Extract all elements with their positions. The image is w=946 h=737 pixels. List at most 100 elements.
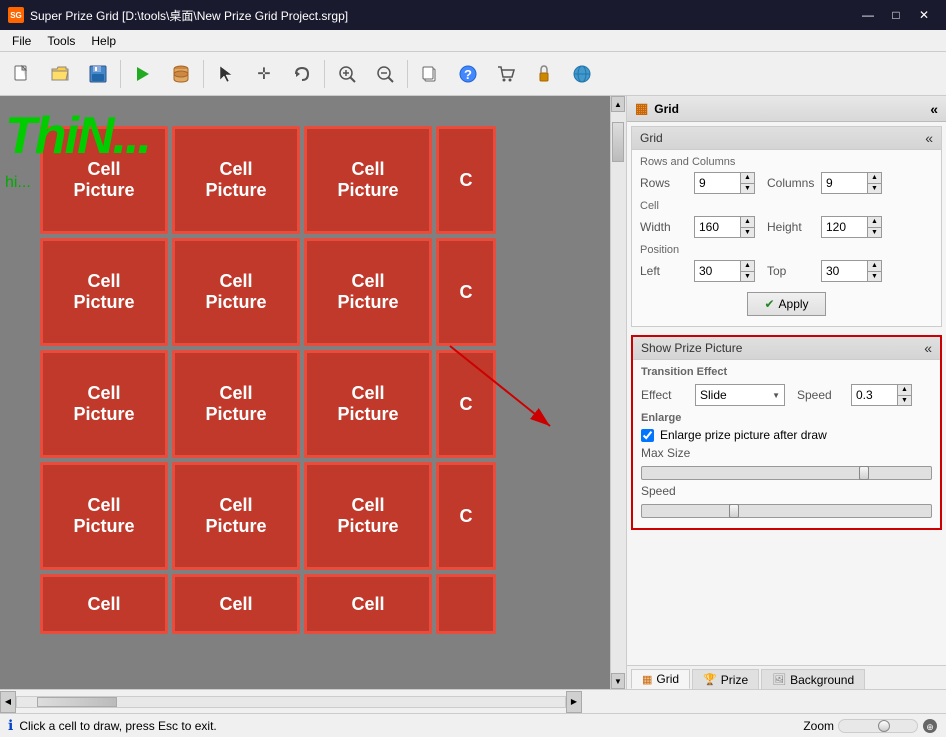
effect-label: Effect bbox=[641, 388, 691, 402]
left-up[interactable]: ▲ bbox=[740, 261, 754, 272]
columns-input-spinner[interactable]: ▲ ▼ bbox=[821, 172, 882, 194]
toolbar-new[interactable] bbox=[4, 56, 40, 92]
grid-cell[interactable]: Cell bbox=[40, 574, 168, 634]
toolbar-database[interactable] bbox=[163, 56, 199, 92]
grid-cell[interactable]: CellPicture bbox=[172, 462, 300, 570]
scroll-thumb[interactable] bbox=[612, 122, 624, 162]
top-input[interactable] bbox=[822, 261, 867, 281]
toolbar-undo[interactable] bbox=[284, 56, 320, 92]
zoom-adjust-icon[interactable]: ⊕ bbox=[922, 718, 938, 734]
tab-background[interactable]: 🖼 Background bbox=[761, 669, 865, 689]
grid-cell-partial[interactable]: C bbox=[436, 462, 496, 570]
scroll-down-button[interactable]: ▼ bbox=[611, 673, 625, 689]
canvas-title-text: ThiN... bbox=[5, 106, 150, 166]
grid-cell[interactable]: CellPicture bbox=[40, 238, 168, 346]
speed-slider[interactable] bbox=[641, 504, 932, 518]
height-down[interactable]: ▼ bbox=[867, 228, 881, 238]
speed-input-spinner[interactable]: ▲ ▼ bbox=[851, 384, 912, 406]
rows-input-spinner[interactable]: ▲ ▼ bbox=[694, 172, 755, 194]
apply-button[interactable]: ✔ Apply bbox=[747, 292, 825, 316]
vertical-scrollbar[interactable]: ▲ ▼ bbox=[610, 96, 626, 689]
grid-cell[interactable]: CellPicture bbox=[172, 126, 300, 234]
grid-section-collapse[interactable]: « bbox=[925, 130, 933, 146]
grid-cell[interactable]: Cell bbox=[304, 574, 432, 634]
grid-cell[interactable]: CellPicture bbox=[304, 462, 432, 570]
left-down[interactable]: ▼ bbox=[740, 272, 754, 282]
horizontal-scroll-thumb[interactable] bbox=[37, 697, 117, 707]
left-input[interactable] bbox=[695, 261, 740, 281]
rows-up[interactable]: ▲ bbox=[740, 173, 754, 184]
toolbar-help[interactable]: ? bbox=[450, 56, 486, 92]
height-input[interactable] bbox=[822, 217, 867, 237]
toolbar-lock[interactable] bbox=[526, 56, 562, 92]
rows-down[interactable]: ▼ bbox=[740, 184, 754, 194]
grid-cell-partial[interactable] bbox=[436, 574, 496, 634]
toolbar-play[interactable] bbox=[125, 56, 161, 92]
show-prize-section: Show Prize Picture « Transition Effect E… bbox=[631, 335, 942, 530]
columns-input[interactable] bbox=[822, 173, 867, 193]
speed-input[interactable] bbox=[852, 385, 897, 405]
toolbar-globe[interactable] bbox=[564, 56, 600, 92]
toolbar-save[interactable] bbox=[80, 56, 116, 92]
app-icon: SG bbox=[8, 7, 24, 23]
top-input-spinner[interactable]: ▲ ▼ bbox=[821, 260, 882, 282]
grid-cell[interactable]: CellPicture bbox=[172, 238, 300, 346]
enlarge-checkbox[interactable] bbox=[641, 429, 654, 442]
panel-collapse-icon[interactable]: « bbox=[930, 101, 938, 117]
columns-down[interactable]: ▼ bbox=[867, 184, 881, 194]
speed-up[interactable]: ▲ bbox=[897, 385, 911, 396]
speed-down[interactable]: ▼ bbox=[897, 396, 911, 406]
rows-input[interactable] bbox=[695, 173, 740, 193]
menu-tools[interactable]: Tools bbox=[39, 32, 83, 50]
width-up[interactable]: ▲ bbox=[740, 217, 754, 228]
zoom-slider[interactable] bbox=[838, 719, 918, 733]
height-input-spinner[interactable]: ▲ ▼ bbox=[821, 216, 882, 238]
grid-cell-partial[interactable]: C bbox=[436, 238, 496, 346]
columns-up[interactable]: ▲ bbox=[867, 173, 881, 184]
grid-cell[interactable]: CellPicture bbox=[172, 350, 300, 458]
tab-prize[interactable]: 🏆 Prize bbox=[692, 669, 759, 689]
menu-file[interactable]: File bbox=[4, 32, 39, 50]
width-input-spinner[interactable]: ▲ ▼ bbox=[694, 216, 755, 238]
show-prize-collapse[interactable]: « bbox=[924, 340, 932, 356]
width-input[interactable] bbox=[695, 217, 740, 237]
toolbar-open[interactable] bbox=[42, 56, 78, 92]
menu-help[interactable]: Help bbox=[83, 32, 124, 50]
scroll-track[interactable] bbox=[611, 112, 626, 673]
minimize-button[interactable]: — bbox=[854, 5, 882, 25]
width-down[interactable]: ▼ bbox=[740, 228, 754, 238]
speed-thumb[interactable] bbox=[729, 504, 739, 518]
toolbar-zoom-in[interactable] bbox=[329, 56, 365, 92]
effect-select[interactable]: Slide ▼ bbox=[695, 384, 785, 406]
grid-cell[interactable]: CellPicture bbox=[40, 462, 168, 570]
max-size-slider[interactable] bbox=[641, 466, 932, 480]
toolbar-move[interactable]: ✛ bbox=[246, 56, 282, 92]
close-button[interactable]: ✕ bbox=[910, 5, 938, 25]
tab-background-label: Background bbox=[790, 673, 854, 687]
top-up[interactable]: ▲ bbox=[867, 261, 881, 272]
grid-cell-partial[interactable]: C bbox=[436, 126, 496, 234]
maximize-button[interactable]: □ bbox=[882, 5, 910, 25]
max-size-thumb[interactable] bbox=[859, 466, 869, 480]
toolbar-cursor[interactable] bbox=[208, 56, 244, 92]
scroll-up-button[interactable]: ▲ bbox=[611, 96, 625, 112]
horizontal-scroll-track[interactable] bbox=[16, 696, 566, 708]
grid-cell[interactable]: CellPicture bbox=[40, 350, 168, 458]
grid-cell[interactable]: CellPicture bbox=[304, 126, 432, 234]
grid-cell-partial[interactable]: C bbox=[436, 350, 496, 458]
grid-cell[interactable]: Cell bbox=[172, 574, 300, 634]
scroll-left-button[interactable]: ◀ bbox=[0, 691, 16, 713]
toolbar-copy[interactable] bbox=[412, 56, 448, 92]
left-input-spinner[interactable]: ▲ ▼ bbox=[694, 260, 755, 282]
zoom-thumb[interactable] bbox=[878, 720, 890, 732]
canvas-area[interactable]: ThiN... hi... CellPicture CellPicture Ce… bbox=[0, 96, 626, 689]
grid-cell[interactable]: CellPicture bbox=[304, 238, 432, 346]
transition-label: Transition Effect bbox=[641, 366, 932, 378]
scroll-right-button[interactable]: ▶ bbox=[566, 691, 582, 713]
grid-cell[interactable]: CellPicture bbox=[304, 350, 432, 458]
tab-grid[interactable]: ▦ Grid bbox=[631, 669, 690, 689]
top-down[interactable]: ▼ bbox=[867, 272, 881, 282]
toolbar-cart[interactable] bbox=[488, 56, 524, 92]
toolbar-zoom-fit[interactable] bbox=[367, 56, 403, 92]
height-up[interactable]: ▲ bbox=[867, 217, 881, 228]
